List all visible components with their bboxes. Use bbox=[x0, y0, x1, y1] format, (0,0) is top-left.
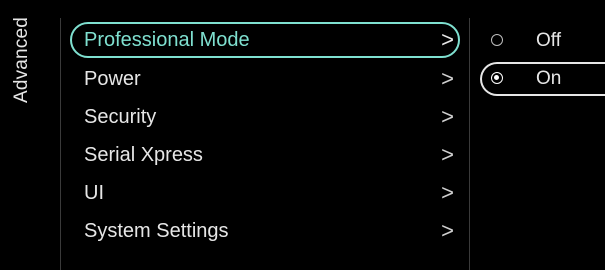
menu-item-security[interactable]: Security > bbox=[70, 98, 460, 136]
options-panel: Off On bbox=[480, 24, 605, 96]
menu-item-label: Serial Xpress bbox=[84, 144, 203, 166]
divider-left bbox=[60, 18, 61, 270]
menu-item-label: UI bbox=[84, 182, 104, 204]
menu-item-serial-xpress[interactable]: Serial Xpress > bbox=[70, 136, 460, 174]
option-label: On bbox=[536, 68, 562, 89]
chevron-right-icon: > bbox=[441, 27, 454, 52]
category-tab-label: Advanced bbox=[11, 16, 32, 104]
menu-item-label: Security bbox=[84, 106, 157, 128]
chevron-right-icon: > bbox=[441, 218, 454, 243]
divider-right bbox=[469, 18, 470, 270]
menu-item-system-settings[interactable]: System Settings > bbox=[70, 212, 460, 250]
radio-unchecked-icon bbox=[491, 34, 503, 46]
menu-item-power[interactable]: Power > bbox=[70, 60, 460, 98]
chevron-right-icon: > bbox=[441, 180, 454, 205]
menu-item-ui[interactable]: UI > bbox=[70, 174, 460, 212]
menu-item-professional-mode[interactable]: Professional Mode > bbox=[70, 22, 460, 58]
menu-item-label: Professional Mode bbox=[84, 29, 250, 51]
chevron-right-icon: > bbox=[441, 66, 454, 91]
menu-item-label: Power bbox=[84, 68, 141, 90]
settings-screen: Advanced Professional Mode > Power > Sec… bbox=[0, 0, 605, 270]
radio-checked-icon bbox=[491, 72, 503, 84]
chevron-right-icon: > bbox=[441, 142, 454, 167]
menu-item-label: System Settings bbox=[84, 220, 229, 242]
option-on[interactable]: On bbox=[480, 62, 605, 96]
chevron-right-icon: > bbox=[441, 104, 454, 129]
option-off[interactable]: Off bbox=[480, 24, 605, 58]
category-tab[interactable]: Advanced bbox=[0, 0, 44, 270]
option-label: Off bbox=[536, 30, 561, 51]
settings-menu: Professional Mode > Power > Security > S… bbox=[70, 22, 460, 250]
